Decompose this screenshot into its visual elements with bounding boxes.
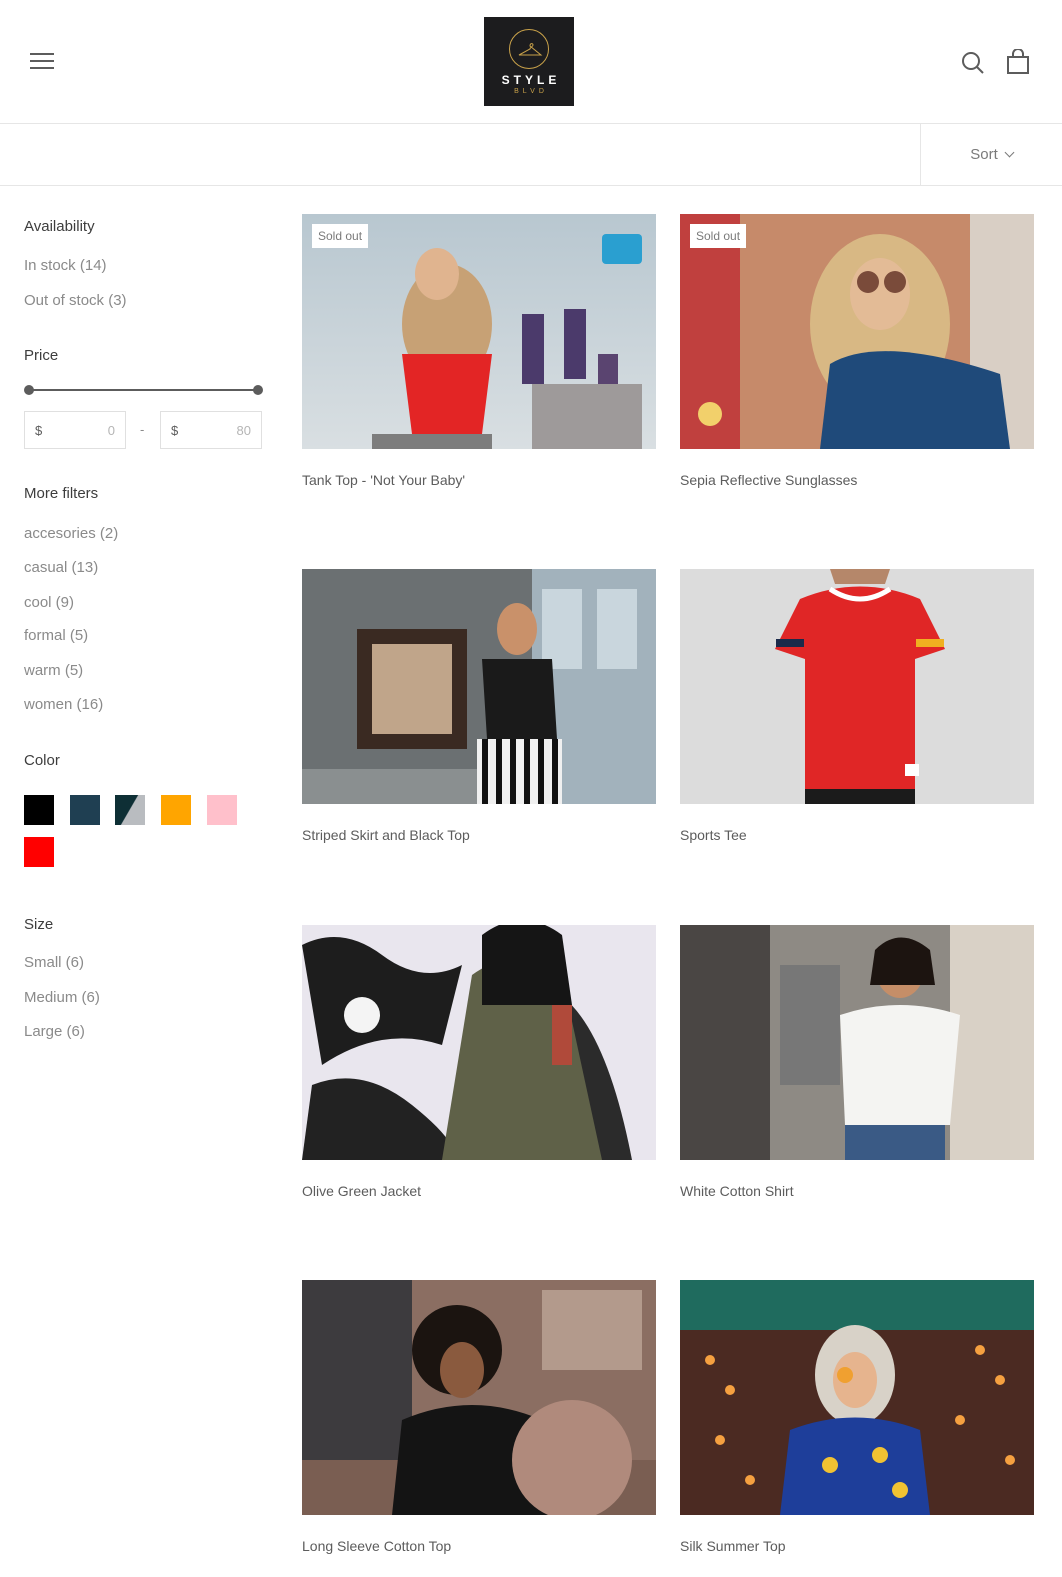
product-image[interactable] — [302, 569, 656, 804]
chevron-down-icon — [1004, 147, 1015, 158]
product-title[interactable]: Tank Top - 'Not Your Baby' — [302, 472, 465, 488]
price-min-input[interactable]: $ 0 — [24, 411, 126, 449]
color-title: Color — [24, 752, 60, 769]
product-image[interactable] — [302, 1280, 656, 1515]
product-card[interactable]: Long Sleeve Cotton Top — [302, 1280, 656, 1554]
product-title[interactable]: Sepia Reflective Sunglasses — [680, 472, 857, 488]
sort-button[interactable]: Sort — [920, 124, 1062, 185]
filter-tag-formal[interactable]: formal (5) — [24, 627, 88, 644]
logo-text: STYLE — [501, 73, 561, 87]
sold-out-badge: Sold out — [312, 224, 369, 248]
store-logo[interactable]: STYLE BLVD — [484, 17, 574, 106]
color-swatch-pink[interactable] — [207, 795, 237, 825]
currency-symbol: $ — [35, 422, 43, 438]
size-title: Size — [24, 916, 54, 933]
product-image[interactable]: Sold out — [680, 214, 1034, 449]
product-title[interactable]: Sports Tee — [680, 827, 747, 843]
product-image[interactable] — [302, 925, 656, 1160]
price-range-track[interactable] — [28, 389, 259, 391]
product-card[interactable]: Olive Green Jacket — [302, 925, 656, 1199]
product-card[interactable]: Sold out Sepia Reflective Sunglasses — [680, 214, 1034, 488]
availability-title: Availability — [24, 218, 95, 235]
hanger-icon — [509, 29, 549, 69]
shopping-bag-icon[interactable] — [1006, 48, 1030, 75]
product-title[interactable]: Silk Summer Top — [680, 1538, 786, 1554]
product-title[interactable]: Long Sleeve Cotton Top — [302, 1538, 451, 1554]
product-title[interactable]: Striped Skirt and Black Top — [302, 827, 470, 843]
price-max-input[interactable]: $ 80 — [160, 411, 262, 449]
color-swatch-black[interactable] — [24, 795, 54, 825]
search-icon[interactable] — [961, 51, 985, 75]
color-swatch-red[interactable] — [24, 837, 54, 867]
product-image[interactable]: Sold out — [302, 214, 656, 449]
filter-out-of-stock[interactable]: Out of stock (3) — [24, 292, 127, 309]
sort-label: Sort — [970, 146, 998, 163]
filter-tag-accesories[interactable]: accesories (2) — [24, 525, 118, 542]
sold-out-badge: Sold out — [690, 224, 747, 248]
filter-size-medium[interactable]: Medium (6) — [24, 989, 100, 1006]
product-title[interactable]: Olive Green Jacket — [302, 1183, 421, 1199]
site-header: STYLE BLVD — [0, 0, 1062, 124]
logo-subtext: BLVD — [514, 88, 548, 95]
filter-tag-warm[interactable]: warm (5) — [24, 662, 83, 679]
filter-tag-cool[interactable]: cool (9) — [24, 594, 74, 611]
product-card[interactable]: White Cotton Shirt — [680, 925, 1034, 1199]
product-title[interactable]: White Cotton Shirt — [680, 1183, 794, 1199]
filter-in-stock[interactable]: In stock (14) — [24, 257, 107, 274]
product-image[interactable] — [680, 1280, 1034, 1515]
color-swatch-denim-gray[interactable] — [115, 795, 145, 825]
price-min-value: 0 — [107, 422, 115, 438]
more-filters-title: More filters — [24, 485, 99, 502]
price-max-handle[interactable] — [253, 385, 263, 395]
hamburger-menu-icon[interactable] — [30, 53, 54, 71]
price-separator: - — [140, 422, 145, 437]
collection-toolbar: Sort — [0, 124, 1062, 186]
filter-size-small[interactable]: Small (6) — [24, 954, 84, 971]
filter-size-large[interactable]: Large (6) — [24, 1023, 85, 1040]
price-title: Price — [24, 347, 59, 364]
product-image[interactable] — [680, 569, 1034, 804]
product-card[interactable]: Sports Tee — [680, 569, 1034, 843]
color-swatch-navy[interactable] — [70, 795, 100, 825]
product-card[interactable]: Sold out Tank Top - 'Not Your Baby' — [302, 214, 656, 488]
product-card[interactable]: Silk Summer Top — [680, 1280, 1034, 1554]
price-max-value: 80 — [236, 422, 251, 438]
filter-tag-casual[interactable]: casual (13) — [24, 559, 98, 576]
product-image[interactable] — [680, 925, 1034, 1160]
filter-tag-women[interactable]: women (16) — [24, 696, 103, 713]
currency-symbol: $ — [171, 422, 179, 438]
product-card[interactable]: Striped Skirt and Black Top — [302, 569, 656, 843]
color-swatch-orange[interactable] — [161, 795, 191, 825]
price-min-handle[interactable] — [24, 385, 34, 395]
